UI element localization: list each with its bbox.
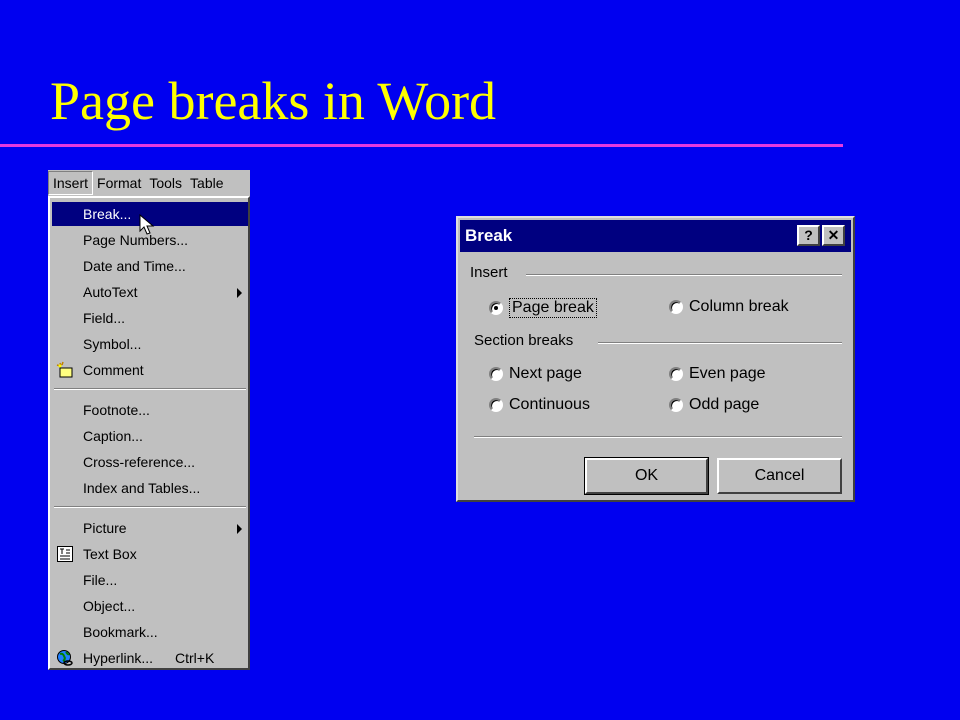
close-icon: ✕: [827, 227, 840, 243]
menu-item-label: Caption...: [83, 428, 143, 444]
submenu-arrow-icon: [237, 524, 242, 534]
cancel-button[interactable]: Cancel: [717, 458, 842, 494]
menu-table[interactable]: Table: [186, 172, 227, 194]
menu-item-object[interactable]: Object...: [52, 594, 248, 618]
shortcut-label: Ctrl+K: [175, 650, 215, 666]
next-page-radio[interactable]: Next page: [489, 365, 582, 383]
menu-item-label: Comment: [83, 362, 144, 378]
text-box-icon: [57, 546, 73, 562]
help-icon: ?: [804, 227, 813, 243]
menu-item-bookmark[interactable]: Bookmark...: [52, 620, 248, 644]
menu-item-label: Date and Time...: [83, 258, 186, 274]
menu-item-label: File...: [83, 572, 118, 588]
menu-item-date-and-time[interactable]: Date and Time...: [52, 254, 248, 278]
menu-item-label: AutoText: [83, 284, 138, 300]
menu-insert[interactable]: Insert: [48, 171, 94, 195]
radio-selected-icon: [489, 301, 503, 315]
menu-item-text-box[interactable]: Text Box: [52, 542, 248, 566]
dialog-title: Break: [465, 226, 513, 245]
help-button[interactable]: ?: [797, 225, 820, 246]
menu-item-caption[interactable]: Caption...: [52, 424, 248, 448]
close-button[interactable]: ✕: [822, 225, 845, 246]
menu-item-label: Index and Tables...: [83, 480, 201, 496]
break-dialog: Break ? ✕ Insert Page break Column break…: [456, 216, 855, 502]
even-page-radio[interactable]: Even page: [669, 365, 766, 383]
menu-item-label: Hyperlink...: [83, 650, 154, 666]
next-page-label: Next page: [509, 365, 582, 382]
page-break-radio[interactable]: Page break: [489, 298, 597, 318]
radio-unselected-icon: [669, 367, 683, 381]
comment-icon: [56, 361, 73, 378]
menu-item-picture[interactable]: Picture: [52, 516, 248, 540]
section-breaks-label: Section breaks: [474, 332, 578, 349]
title-rule: [0, 144, 843, 147]
column-break-radio[interactable]: Column break: [669, 298, 789, 316]
menu-item-symbol[interactable]: Symbol...: [52, 332, 248, 356]
page-break-label: Page break: [509, 298, 597, 318]
odd-page-label: Odd page: [689, 396, 760, 413]
menu-item-label: Cross-reference...: [83, 454, 196, 470]
menu-format[interactable]: Format: [93, 172, 145, 194]
odd-page-radio[interactable]: Odd page: [669, 396, 759, 414]
section-group-line: [598, 342, 842, 344]
submenu-arrow-icon: [237, 288, 242, 298]
radio-unselected-icon: [669, 300, 683, 314]
dialog-titlebar: Break ? ✕: [460, 220, 851, 252]
dialog-divider: [474, 436, 842, 438]
insert-group-line: [526, 274, 842, 276]
continuous-radio[interactable]: Continuous: [489, 396, 590, 414]
menu-separator: [54, 506, 246, 508]
menu-item-file[interactable]: File...: [52, 568, 248, 592]
menu-item-label: Text Box: [83, 546, 137, 562]
radio-unselected-icon: [489, 367, 503, 381]
continuous-label: Continuous: [509, 396, 590, 413]
menu-item-label: Bookmark...: [83, 624, 158, 640]
menu-item-label: Page Numbers...: [83, 232, 189, 248]
menu-item-label: Break...: [83, 206, 132, 222]
menu-item-label: Picture: [83, 520, 127, 536]
menu-item-label: Symbol...: [83, 336, 142, 352]
menu-item-footnote[interactable]: Footnote...: [52, 398, 248, 422]
menu-item-label: Object...: [83, 598, 136, 614]
radio-unselected-icon: [489, 398, 503, 412]
menu-item-field[interactable]: Field...: [52, 306, 248, 330]
menu-item-label: Field...: [83, 310, 126, 326]
menu-tools[interactable]: Tools: [145, 172, 186, 194]
even-page-label: Even page: [689, 365, 766, 382]
menu-separator: [54, 388, 246, 390]
globe-link-icon: [57, 650, 73, 666]
slide-title: Page breaks in Word: [50, 71, 497, 131]
mouse-pointer-icon: [139, 214, 155, 235]
ok-button[interactable]: OK: [584, 457, 709, 495]
menu-item-autotext[interactable]: AutoText: [52, 280, 248, 304]
insert-group-label: Insert: [470, 264, 512, 281]
menu-bar: Insert Format Tools Table: [48, 170, 250, 196]
menu-item-hyperlink[interactable]: Hyperlink... Ctrl+K: [52, 646, 248, 670]
radio-unselected-icon: [669, 398, 683, 412]
column-break-label: Column break: [689, 298, 789, 315]
insert-menu: Break... Page Numbers... Date and Time..…: [48, 196, 250, 670]
menu-item-label: Footnote...: [83, 402, 150, 418]
menu-item-index-and-tables[interactable]: Index and Tables...: [52, 476, 248, 500]
menu-item-cross-reference[interactable]: Cross-reference...: [52, 450, 248, 474]
menu-item-comment[interactable]: Comment: [52, 358, 248, 382]
